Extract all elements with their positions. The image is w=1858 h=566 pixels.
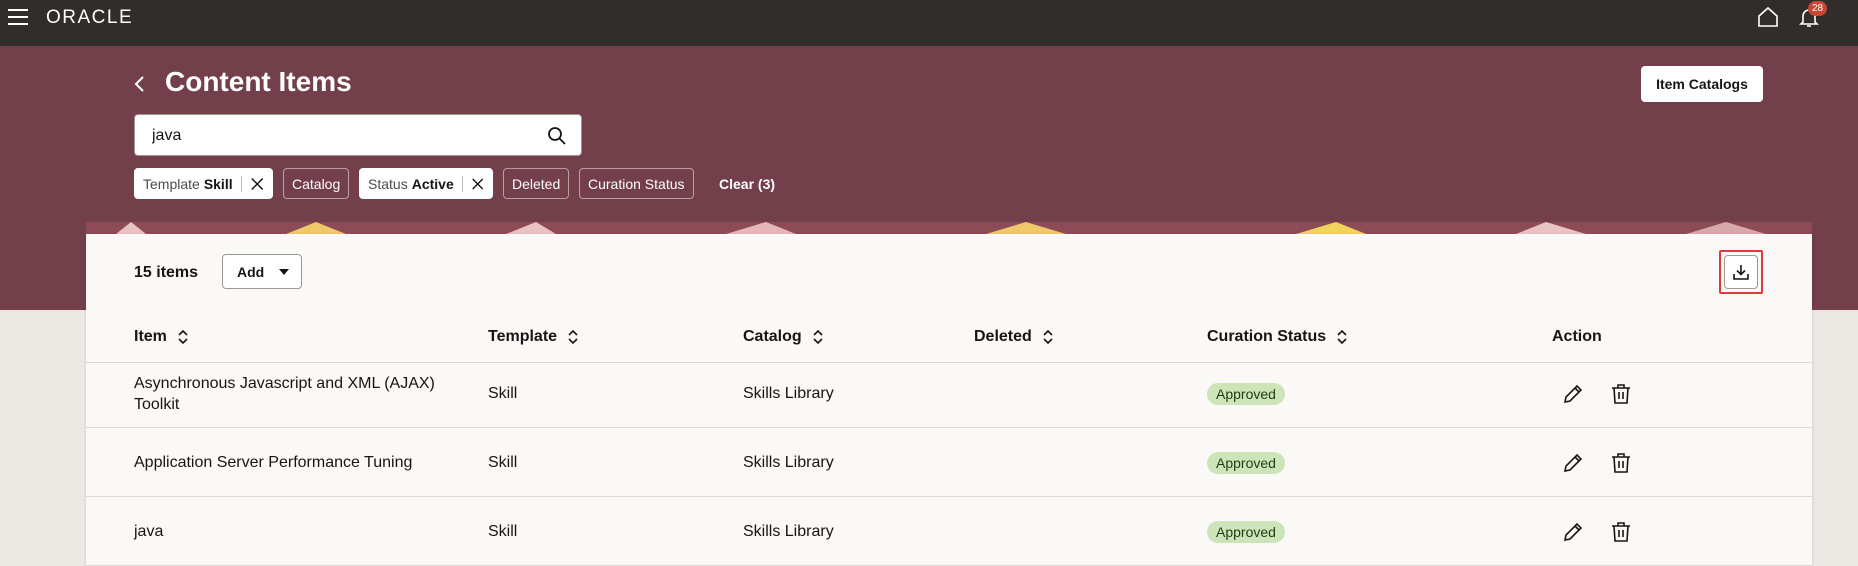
filter-value: Skill: [203, 175, 233, 192]
column-header-curation-status[interactable]: Curation Status: [1207, 328, 1348, 346]
edit-icon[interactable]: [1561, 382, 1585, 406]
column-header-item[interactable]: Item: [134, 328, 189, 346]
filter-label: Curation Status: [588, 175, 685, 192]
edit-icon[interactable]: [1561, 520, 1585, 544]
content-items-card: 15 items Add Item Template Catalog Delet…: [86, 234, 1812, 566]
download-icon: [1733, 265, 1749, 280]
filter-value: Active: [411, 175, 454, 192]
add-button[interactable]: Add: [222, 254, 302, 289]
hamburger-icon[interactable]: [8, 9, 28, 25]
filter-label: Status: [368, 175, 408, 192]
column-header-template[interactable]: Template: [488, 328, 579, 346]
decorative-pattern: [86, 222, 1812, 234]
item-name[interactable]: Application Server Performance Tuning: [134, 454, 412, 472]
download-button[interactable]: [1724, 255, 1758, 289]
oracle-logo[interactable]: ORACLE: [46, 7, 133, 29]
item-name[interactable]: Asynchronous Javascript and XML (AJAX) T…: [134, 373, 435, 415]
column-label: Catalog: [743, 328, 802, 345]
column-label: Action: [1552, 328, 1602, 345]
edit-icon[interactable]: [1561, 451, 1585, 475]
column-header-catalog[interactable]: Catalog: [743, 328, 824, 346]
column-label: Curation Status: [1207, 328, 1327, 345]
divider: [461, 175, 463, 192]
column-header-deleted[interactable]: Deleted: [974, 328, 1054, 346]
template-cell: Skill: [488, 523, 518, 540]
page-title: Content Items: [165, 66, 352, 97]
filter-chip-curation-status[interactable]: Curation Status: [579, 168, 694, 199]
table-row: java Skill Skills Library Approved: [86, 497, 1812, 566]
column-label: Template: [488, 328, 558, 345]
filter-label: Catalog: [292, 175, 341, 192]
delete-icon[interactable]: [1609, 382, 1633, 406]
item-name-line: Asynchronous Javascript and XML (AJAX): [134, 375, 435, 392]
item-count: 15 items: [134, 264, 199, 281]
back-arrow-icon[interactable]: [130, 72, 150, 96]
sort-icon[interactable]: [1042, 329, 1054, 345]
notification-badge: 28: [1808, 1, 1828, 16]
top-bar: ORACLE 28: [0, 0, 1858, 46]
download-highlight: [1719, 250, 1763, 294]
item-catalogs-button[interactable]: Item Catalogs: [1641, 66, 1763, 102]
filter-chip-template[interactable]: Template Skill: [134, 168, 273, 199]
column-header-action: Action: [1552, 328, 1602, 346]
close-icon[interactable]: [471, 176, 484, 192]
column-label: Deleted: [974, 328, 1032, 345]
divider: [240, 175, 242, 192]
table-row: Asynchronous Javascript and XML (AJAX) T…: [86, 363, 1812, 428]
search-icon[interactable]: [547, 126, 567, 146]
filter-chip-status[interactable]: Status Active: [359, 168, 493, 199]
item-name[interactable]: java: [134, 523, 163, 541]
add-button-label: Add: [237, 263, 265, 280]
search-field[interactable]: [134, 114, 582, 156]
sort-icon[interactable]: [177, 329, 189, 345]
clear-filters-link[interactable]: Clear (3): [719, 176, 775, 192]
search-input[interactable]: [150, 125, 534, 147]
close-icon[interactable]: [250, 176, 264, 192]
home-icon[interactable]: [1756, 5, 1780, 29]
table-row: Application Server Performance Tuning Sk…: [86, 428, 1812, 497]
catalog-cell: Skills Library: [743, 385, 834, 402]
caret-down-icon: [279, 269, 289, 275]
delete-icon[interactable]: [1609, 451, 1633, 475]
status-badge: Approved: [1207, 521, 1285, 543]
template-cell: Skill: [488, 385, 518, 402]
catalog-cell: Skills Library: [743, 523, 834, 540]
column-label: Item: [134, 328, 167, 345]
filter-label: Deleted: [512, 175, 561, 192]
filter-chip-catalog[interactable]: Catalog: [283, 168, 350, 199]
delete-icon[interactable]: [1609, 520, 1633, 544]
filter-chip-deleted[interactable]: Deleted: [503, 168, 570, 199]
sort-icon[interactable]: [812, 329, 824, 345]
template-cell: Skill: [488, 454, 518, 471]
sort-icon[interactable]: [567, 329, 579, 345]
sort-icon[interactable]: [1336, 329, 1348, 345]
item-name-line: Toolkit: [134, 396, 180, 413]
filter-label: Template: [143, 175, 200, 192]
status-badge: Approved: [1207, 452, 1285, 474]
catalog-cell: Skills Library: [743, 454, 834, 471]
status-badge: Approved: [1207, 383, 1285, 405]
